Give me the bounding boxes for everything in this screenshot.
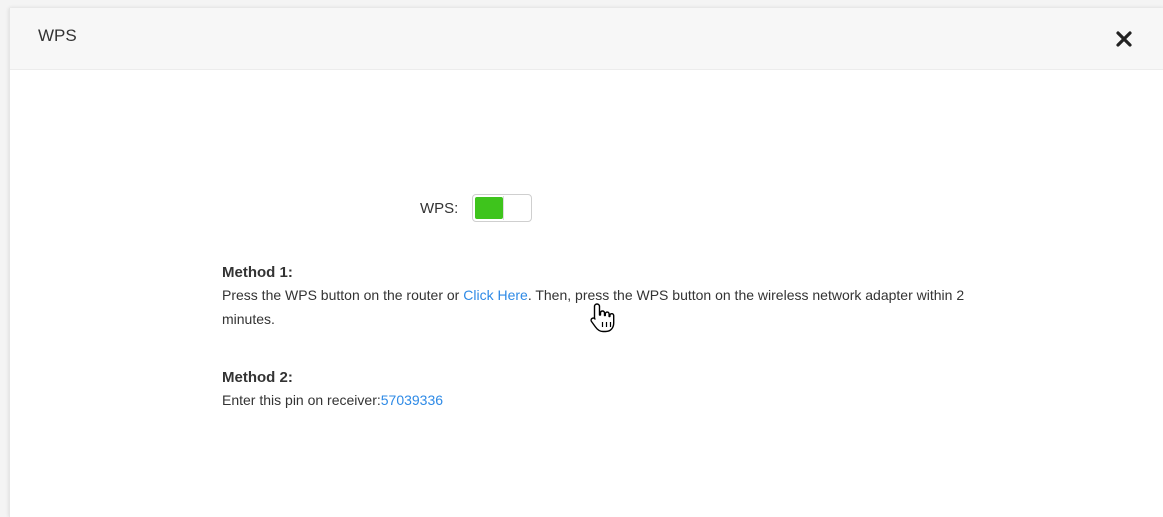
close-button[interactable]	[1110, 24, 1140, 54]
wps-methods: Method 1: Press the WPS button on the ro…	[222, 262, 982, 412]
method2-text: Enter this pin on receiver:57039336	[222, 388, 982, 412]
click-here-link[interactable]: Click Here	[463, 287, 528, 303]
method1-text-before: Press the WPS button on the router or	[222, 287, 464, 303]
method1-text: Press the WPS button on the router or Cl…	[222, 283, 982, 331]
toggle-knob	[503, 196, 531, 220]
wps-label: WPS:	[420, 199, 459, 217]
dialog-header: WPS	[10, 8, 1163, 70]
wps-toggle[interactable]	[472, 194, 533, 222]
method2-text-label: Enter this pin on receiver:	[222, 392, 381, 408]
method1-title: Method 1:	[222, 264, 293, 281]
wps-toggle-row: WPS:	[420, 193, 533, 223]
wps-pin-value: 57039336	[380, 392, 444, 408]
dialog-title: WPS	[38, 26, 77, 45]
method2-title: Method 2:	[222, 369, 293, 386]
toggle-on-indicator	[475, 197, 504, 219]
close-icon	[1116, 31, 1132, 47]
